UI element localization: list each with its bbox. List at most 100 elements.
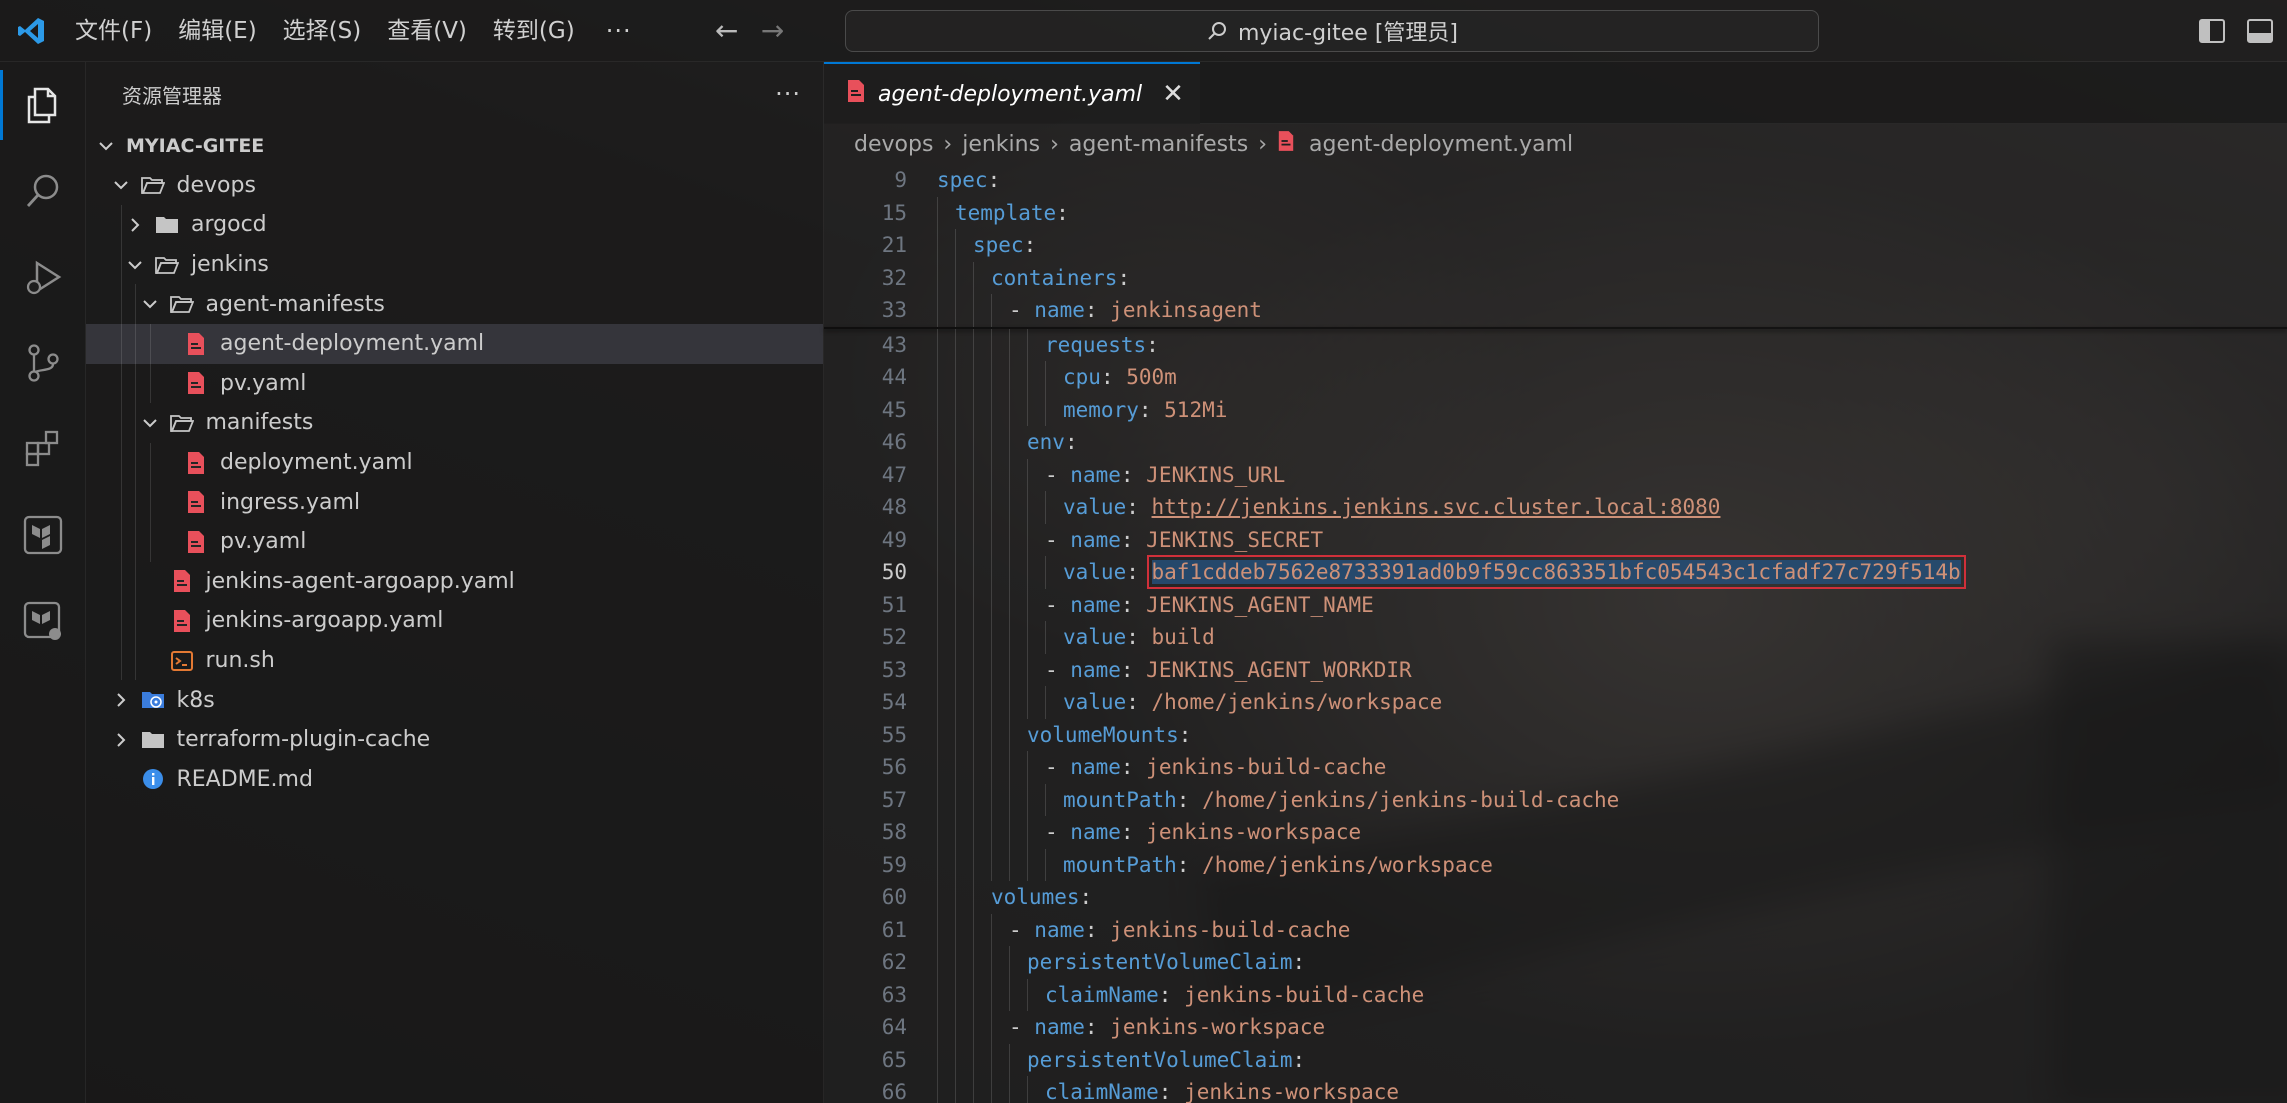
code-line: 49 - name: JENKINS_SECRET bbox=[824, 523, 2287, 556]
terraform-cloud-icon[interactable] bbox=[0, 578, 86, 664]
yaml-file-icon bbox=[846, 79, 866, 109]
indent-guide bbox=[120, 403, 122, 443]
code-token: JENKINS_SECRET bbox=[1146, 527, 1324, 552]
code-editor[interactable]: 9 spec: 15 template: 21 spec: 32 containers: 33 -… bbox=[824, 164, 2287, 1103]
indent-guide bbox=[973, 718, 974, 751]
indent-guide bbox=[991, 751, 992, 784]
indent-guide bbox=[955, 978, 956, 1011]
code-token: : bbox=[1120, 592, 1147, 617]
source-control-icon[interactable] bbox=[0, 320, 86, 406]
yaml-file-icon bbox=[184, 372, 208, 395]
indent-guide bbox=[1027, 1076, 1028, 1103]
code-link[interactable]: http://jenkins.jenkins.svc.cluster.local… bbox=[1152, 495, 1721, 519]
tree-item[interactable]: pv.yaml bbox=[86, 363, 823, 404]
back-arrow-icon[interactable]: ← bbox=[704, 14, 750, 47]
command-center[interactable]: myiac-gitee [管理员] bbox=[845, 10, 1819, 52]
indent-guide bbox=[1027, 783, 1028, 816]
indent-guide bbox=[991, 458, 992, 491]
tree-item[interactable]: deployment.yaml bbox=[86, 442, 823, 483]
breadcrumb-item[interactable]: agent-deployment.yaml bbox=[1309, 132, 1573, 157]
toggle-panel-icon[interactable] bbox=[2247, 19, 2273, 43]
tree-item-label: deployment.yaml bbox=[220, 450, 413, 476]
indent-guide bbox=[991, 361, 992, 394]
indent-guide bbox=[937, 848, 938, 881]
menu-item[interactable]: 选择(S) bbox=[270, 0, 375, 62]
terraform-icon[interactable] bbox=[0, 492, 86, 578]
tree-item[interactable]: jenkins bbox=[86, 244, 823, 285]
indent-guide bbox=[1027, 621, 1028, 654]
explorer-icon[interactable] bbox=[0, 62, 86, 148]
explorer-sidebar: 资源管理器 ··· MYIAC-GITEE devops argocd jenkin… bbox=[86, 62, 824, 1103]
breadcrumb-item[interactable]: jenkins bbox=[962, 132, 1040, 157]
code-token: value bbox=[1063, 690, 1127, 715]
tree-item[interactable]: agent-manifests bbox=[86, 284, 823, 324]
tab-agent-deployment[interactable]: agent-deployment.yaml ✕ bbox=[824, 62, 1200, 124]
tab-label: agent-deployment.yaml bbox=[878, 81, 1143, 107]
indent-guide bbox=[1009, 491, 1010, 524]
menu-item[interactable]: 文件(F) bbox=[62, 0, 165, 62]
search-icon[interactable] bbox=[0, 148, 86, 234]
tree-item[interactable]: jenkins-agent-argoapp.yaml bbox=[86, 561, 823, 602]
tree-item[interactable]: agent-deployment.yaml bbox=[86, 323, 823, 364]
menu-item[interactable]: 查看(V) bbox=[374, 0, 480, 62]
extensions-icon[interactable] bbox=[0, 406, 86, 492]
indent-guide bbox=[135, 561, 136, 602]
indent-guide bbox=[991, 686, 992, 719]
line-number: 9 bbox=[894, 168, 907, 193]
indent-guide bbox=[1045, 848, 1046, 881]
toggle-sidebar-icon[interactable] bbox=[2199, 19, 2225, 43]
indent-guide bbox=[120, 323, 122, 364]
tree-item[interactable]: devops bbox=[86, 166, 823, 206]
indent-guide bbox=[973, 588, 974, 621]
tree-item-label: jenkins-argoapp.yaml bbox=[205, 608, 444, 634]
indent-guide bbox=[1009, 361, 1010, 394]
tree-item[interactable]: argocd bbox=[86, 205, 823, 245]
indent-guide bbox=[973, 491, 974, 524]
code-token: : bbox=[1120, 462, 1147, 487]
workspace-root[interactable]: MYIAC-GITEE bbox=[86, 126, 823, 166]
code-token: : bbox=[1138, 397, 1165, 422]
breadcrumb-item[interactable]: devops bbox=[854, 132, 933, 157]
code-line: 57 mountPath: /home/jenkins/jenkins-build… bbox=[824, 783, 2287, 816]
forward-arrow-icon[interactable]: → bbox=[750, 14, 796, 47]
tree-item[interactable]: jenkins-argoapp.yaml bbox=[86, 601, 823, 641]
tree-item[interactable]: terraform-plugin-cache bbox=[86, 720, 823, 760]
tree-item[interactable]: k8s bbox=[86, 680, 823, 720]
tree-item[interactable]: ingress.yaml bbox=[86, 482, 823, 522]
menu-bar: 文件(F) 编辑(E) 选择(S) 查看(V) 转到(G) bbox=[62, 0, 588, 62]
code-token: /home/jenkins/workspace bbox=[1151, 690, 1443, 715]
chevron-right-icon bbox=[111, 730, 131, 750]
tree-item[interactable]: run.sh bbox=[86, 640, 823, 681]
code-text: value: build bbox=[937, 625, 1215, 649]
tree-item[interactable]: README.md bbox=[86, 760, 823, 800]
menu-item[interactable]: 编辑(E) bbox=[165, 0, 269, 62]
indent-guide bbox=[937, 458, 938, 491]
code-token: - bbox=[1045, 462, 1071, 487]
indent-guide bbox=[937, 1043, 938, 1076]
menu-more-button[interactable]: ··· bbox=[588, 17, 650, 45]
indent-guide bbox=[1027, 361, 1028, 394]
menu-item[interactable]: 转到(G) bbox=[480, 0, 588, 62]
sticky-scroll-line: 21 spec: bbox=[824, 229, 2287, 262]
run-debug-icon[interactable] bbox=[0, 234, 86, 320]
indent-guide bbox=[135, 403, 136, 443]
indent-guide bbox=[1027, 556, 1028, 589]
line-number: 43 bbox=[881, 332, 907, 357]
indent-guide bbox=[1009, 458, 1010, 491]
sidebar-more-button[interactable]: ··· bbox=[775, 80, 801, 108]
code-token: mountPath bbox=[1063, 852, 1177, 877]
tree-item[interactable]: manifests bbox=[86, 403, 823, 443]
tree-item[interactable]: pv.yaml bbox=[86, 521, 823, 562]
chevron-down-icon bbox=[111, 175, 131, 195]
indent-guide bbox=[937, 426, 938, 459]
code-token: JENKINS_AGENT_NAME bbox=[1146, 592, 1374, 617]
indent-guide bbox=[991, 426, 992, 459]
code-token: name bbox=[1070, 755, 1121, 780]
code-line: 62 persistentVolumeClaim: bbox=[824, 946, 2287, 979]
chevron-down-icon bbox=[140, 413, 160, 433]
breadcrumb-item[interactable]: agent-manifests bbox=[1069, 132, 1248, 157]
code-token: cpu bbox=[1063, 365, 1101, 390]
close-icon[interactable]: ✕ bbox=[1162, 79, 1184, 109]
title-bar: 文件(F) 编辑(E) 选择(S) 查看(V) 转到(G) ··· ← → myiac-… bbox=[0, 0, 2287, 62]
code-line: 51 - name: JENKINS_AGENT_NAME bbox=[824, 588, 2287, 621]
